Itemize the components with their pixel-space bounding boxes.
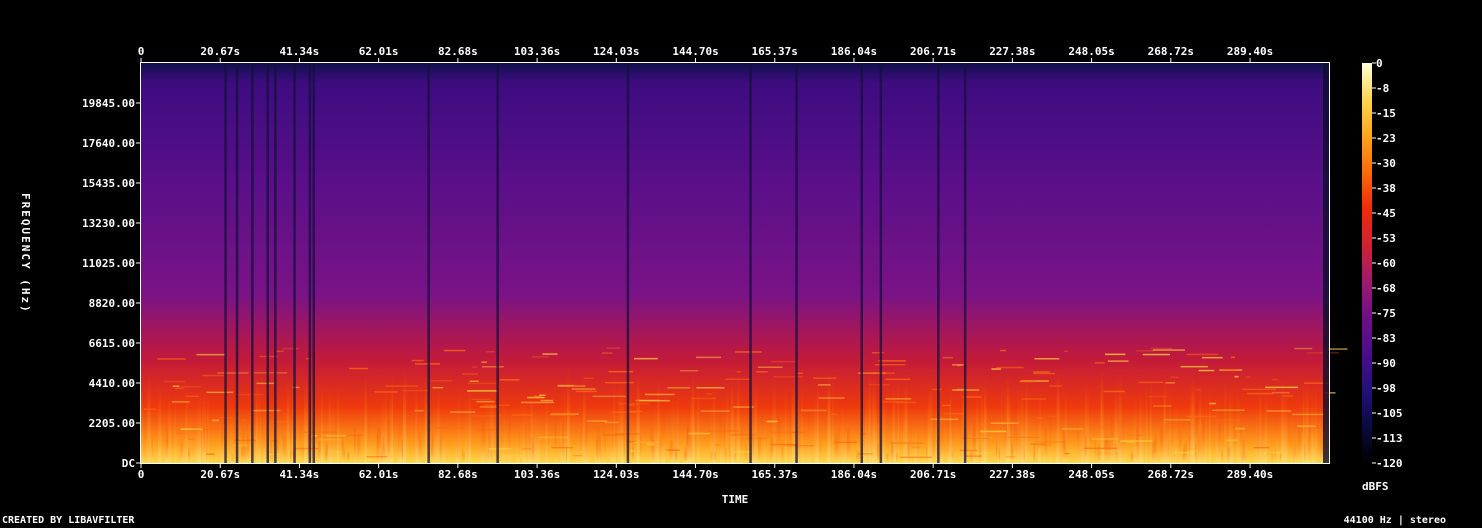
x-tick-label-top: 82.68s (438, 45, 478, 58)
colorbar-label: dBFS (1362, 480, 1389, 493)
x-tick-label-bottom: 82.68s (438, 468, 478, 481)
x-tick-label-bottom: 289.40s (1227, 468, 1273, 481)
quiet-gap-stripe (235, 63, 239, 463)
y-tick-label: 11025.00 (82, 257, 135, 270)
colorbar-tick-label: -120 (1376, 457, 1403, 470)
x-tick-label-bottom: 0 (138, 468, 145, 481)
x-tick-label-top: 227.38s (989, 45, 1035, 58)
quiet-gap-stripe (293, 63, 296, 463)
y-tick-label: 8820.00 (89, 297, 135, 310)
x-tick-label-top: 289.40s (1227, 45, 1273, 58)
colorbar-tick-label: -60 (1376, 257, 1396, 270)
colorbar-tick-label: -98 (1376, 382, 1396, 395)
quiet-gap-stripe (308, 63, 312, 463)
y-tick-label: 4410.00 (89, 377, 135, 390)
colorbar-tick-label: -83 (1376, 332, 1396, 345)
colorbar-tick-label: -90 (1376, 357, 1396, 370)
x-tick-label-bottom: 227.38s (989, 468, 1035, 481)
colorbar-tick-label: -23 (1376, 132, 1396, 145)
colorbar-tick-label: 0 (1376, 57, 1383, 70)
quiet-gap-stripe (427, 63, 430, 463)
x-tick-label-top: 0 (138, 45, 145, 58)
x-tick-label-top: 144.70s (672, 45, 718, 58)
x-tick-label-bottom: 124.03s (593, 468, 639, 481)
y-tick-label: 13230.00 (82, 217, 135, 230)
colorbar-tick-label: -105 (1376, 407, 1403, 420)
quiet-gap-stripe (749, 63, 752, 463)
spectrogram-figure: 0 0 20.67s 20.67s 41.34s 41.34s 62.01s 62.01s 82… (0, 0, 1482, 528)
x-tick-label-top: 165.37s (752, 45, 798, 58)
spectrogram-svg: 0 0 20.67s 20.67s 41.34s 41.34s 62.01s 62.01s 82… (19, 45, 1403, 506)
x-tick-label-top: 20.67s (200, 45, 240, 58)
quiet-gap-stripe (879, 63, 883, 463)
y-tick-label: 15435.00 (82, 177, 135, 190)
colorbar-tick-label: -68 (1376, 282, 1396, 295)
x-tick-label-top: 268.72s (1148, 45, 1194, 58)
x-tick-label-bottom: 165.37s (752, 468, 798, 481)
quiet-gap-stripe (274, 63, 277, 463)
quiet-gap-stripe (224, 63, 227, 463)
colorbar-tick-label: -113 (1376, 432, 1403, 445)
colorbar (1362, 63, 1372, 463)
quiet-gap-stripe (860, 63, 863, 463)
colorbar-tick-label: -45 (1376, 207, 1396, 220)
colorbar-tick-label: -8 (1376, 82, 1389, 95)
x-tick-label-top: 186.04s (831, 45, 877, 58)
x-axis-label: TIME (722, 493, 749, 506)
x-tick-label-bottom: 186.04s (831, 468, 877, 481)
x-tick-label-top: 62.01s (359, 45, 399, 58)
colorbar-tick-label: -38 (1376, 182, 1396, 195)
colorbar-tick-label: -30 (1376, 157, 1396, 170)
quiet-gap-stripe (496, 63, 499, 463)
quiet-gap-stripe (937, 63, 940, 463)
x-tick-label-top: 248.05s (1068, 45, 1114, 58)
x-tick-label-top: 41.34s (280, 45, 320, 58)
x-tick-label-bottom: 103.36s (514, 468, 560, 481)
track-end-fade (1323, 63, 1329, 463)
quiet-gap-stripe (312, 63, 315, 463)
y-tick-label: 17640.00 (82, 137, 135, 150)
y-tick-label: 2205.00 (89, 417, 135, 430)
footer-credit: CREATED BY LIBAVFILTER (2, 515, 135, 526)
colorbar-tick-label: -53 (1376, 232, 1396, 245)
x-tick-label-bottom: 41.34s (280, 468, 320, 481)
x-tick-label-bottom: 62.01s (359, 468, 399, 481)
colorbar-tick-label: -75 (1376, 307, 1396, 320)
y-tick-label: 19845.00 (82, 97, 135, 110)
footer-sample-info: 44100 Hz | stereo (1343, 515, 1446, 526)
x-tick-label-top: 206.71s (910, 45, 956, 58)
x-tick-label-bottom: 268.72s (1148, 468, 1194, 481)
y-tick-label: 6615.00 (89, 337, 135, 350)
x-tick-label-bottom: 20.67s (200, 468, 240, 481)
x-tick-label-bottom: 248.05s (1068, 468, 1114, 481)
y-axis-label: FREQUENCY (Hz) (19, 193, 32, 314)
quiet-gap-stripe (795, 63, 798, 463)
colorbar-tick-label: -15 (1376, 107, 1396, 120)
x-tick-label-top: 124.03s (593, 45, 639, 58)
x-tick-label-top: 103.36s (514, 45, 560, 58)
x-tick-label-bottom: 144.70s (672, 468, 718, 481)
quiet-gap-stripe (266, 63, 269, 463)
y-tick-label: DC (122, 457, 135, 470)
x-tick-label-bottom: 206.71s (910, 468, 956, 481)
quiet-gap-stripe (626, 63, 630, 463)
quiet-gap-stripe (963, 63, 967, 463)
quiet-gap-stripe (251, 63, 254, 463)
